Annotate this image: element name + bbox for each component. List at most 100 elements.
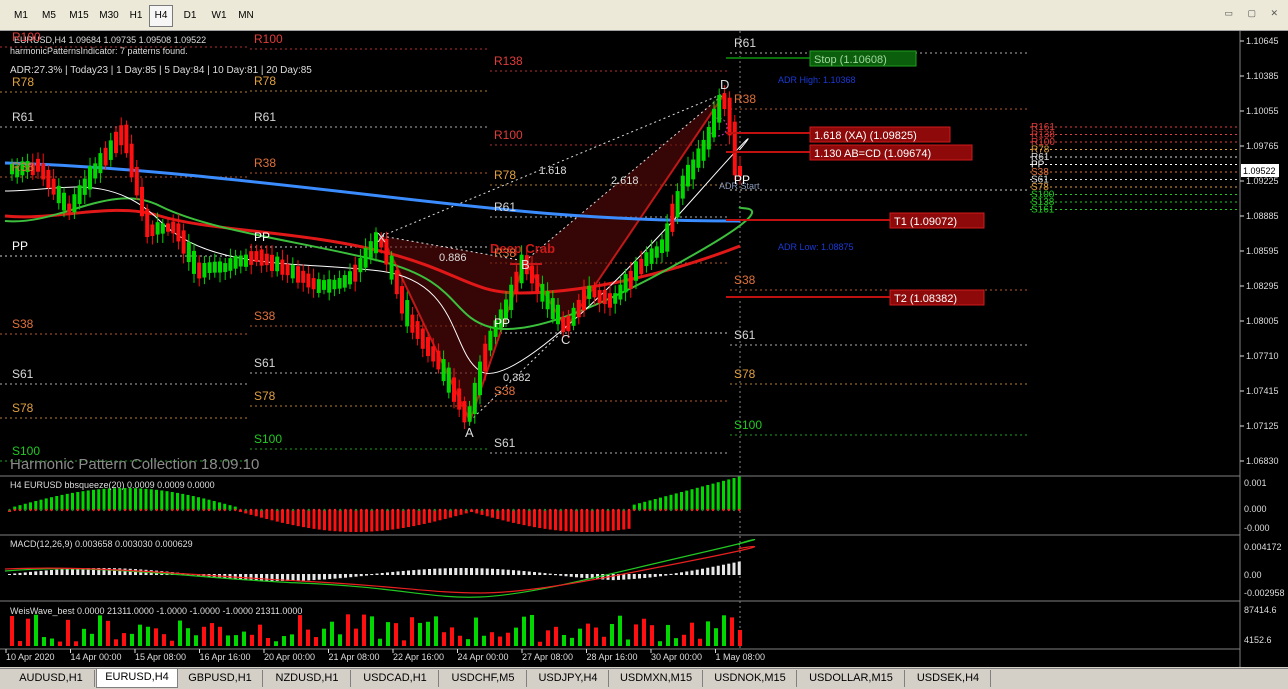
bbsqueeze-dot	[197, 508, 200, 512]
bbsqueeze-bar	[370, 510, 374, 532]
bbsqueeze-dot	[129, 508, 132, 512]
pivot-label-r38: R38	[494, 246, 516, 260]
bbsqueeze-bar	[617, 510, 620, 531]
candle-body	[618, 284, 623, 300]
symbol-tab-active[interactable]: EURUSD,H4	[96, 669, 178, 688]
symbol-tab[interactable]: NZDUSD,H1	[264, 670, 351, 687]
weis-wave-bar	[546, 630, 550, 646]
pivot-label-pp: PP	[254, 230, 270, 244]
macd-histogram-bar	[527, 571, 531, 575]
symbol-tab[interactable]: USDCHF,M5	[440, 670, 527, 687]
bbsqueeze-dot	[39, 508, 43, 512]
macd-histogram-bar	[648, 574, 652, 578]
macd-histogram-bar	[55, 569, 59, 575]
weis-wave-bar	[250, 634, 254, 646]
candle-body	[259, 249, 264, 266]
macd-histogram-bar	[302, 574, 305, 581]
bbsqueeze-dot	[13, 508, 16, 512]
macd-axis-top: 0.004172	[1244, 542, 1282, 552]
candle-body	[478, 361, 482, 396]
bbsqueeze-dot	[738, 508, 741, 512]
timeframe-m5-button[interactable]: M5	[36, 5, 62, 27]
bbsqueeze-bar	[123, 488, 127, 510]
price-tick-label: 1.10645	[1246, 36, 1279, 46]
candle-body	[649, 248, 654, 264]
time-tick-label: 14 Apr 00:00	[71, 652, 122, 662]
symbol-tab[interactable]: AUDUSD,H1	[8, 670, 95, 687]
weis-wave-bar	[626, 639, 630, 646]
macd-histogram-bar	[653, 574, 657, 577]
ratio-ac-label: 0.382	[503, 372, 531, 384]
weis-wave-bar	[90, 633, 94, 646]
bbsqueeze-dot	[391, 508, 394, 512]
weis-wave-bar	[234, 635, 238, 646]
watermark-text: Harmonic Pattern Collection 18.09.10	[10, 456, 259, 473]
candle-body	[550, 298, 555, 320]
bbsqueeze-bar	[412, 510, 416, 527]
bbsqueeze-bar	[60, 494, 64, 510]
bbsqueeze-bar	[674, 493, 678, 510]
bbsqueeze-dot	[638, 508, 641, 512]
weis-wave-bar	[562, 635, 566, 646]
weis-wave-bar	[258, 624, 262, 646]
time-tick-label: 1 May 08:00	[716, 652, 766, 662]
timeframe-m15-button[interactable]: M15	[64, 5, 94, 27]
macd-histogram-bar	[50, 570, 53, 575]
candle-body	[348, 271, 352, 285]
symbol-tab[interactable]: USDOLLAR,M15	[798, 670, 905, 687]
macd-histogram-bar	[732, 562, 736, 575]
weis-wave-bar	[386, 622, 390, 646]
pivot-label-r100: R100	[494, 128, 523, 142]
macd-histogram-bar	[706, 567, 710, 575]
bbsqueeze-bar	[527, 510, 531, 527]
bbsqueeze-dot	[207, 508, 211, 512]
candle-body	[119, 125, 124, 146]
bbsqueeze-dot	[202, 508, 205, 512]
symbol-tab[interactable]: USDNOK,M15	[704, 670, 797, 687]
macd-histogram-bar	[128, 568, 132, 575]
bbsqueeze-bar	[275, 510, 279, 522]
symbol-tab[interactable]: USDSEK,H4	[906, 670, 991, 687]
symbol-tab[interactable]: GBPUSD,H1	[178, 670, 263, 687]
candle-body	[634, 261, 638, 281]
right-pivot-label: S161	[1031, 205, 1055, 216]
bbsqueeze-dot	[690, 508, 694, 512]
pivot-label-s100: S100	[12, 444, 40, 458]
bbsqueeze-dot	[559, 508, 562, 512]
timeframe-mn-button[interactable]: MN	[233, 5, 259, 27]
candle-body	[732, 121, 737, 176]
candle-body	[176, 223, 181, 242]
symbol-tab[interactable]: USDJPY,H4	[528, 670, 609, 687]
bbsqueeze-bar	[391, 510, 395, 530]
bbsqueeze-dot	[438, 508, 442, 512]
macd-histogram-bar	[638, 574, 641, 579]
bbsqueeze-bar	[134, 488, 137, 510]
time-tick-label: 20 Apr 00:00	[264, 652, 315, 662]
symbol-tab[interactable]: USDCAD,H1	[352, 670, 439, 687]
bbsqueeze-dot	[24, 508, 27, 512]
candle-body	[462, 401, 467, 423]
chart-window[interactable]: EURUSD,H4 1.09684 1.09735 1.09508 1.0952…	[0, 31, 1288, 667]
macd-histogram-bar	[323, 574, 326, 580]
macd-histogram-bar	[338, 574, 342, 579]
timeframe-m30-button[interactable]: M30	[94, 5, 124, 27]
timeframe-d1-button[interactable]: D1	[178, 5, 202, 27]
timeframe-h1-button[interactable]: H1	[124, 5, 148, 27]
weis-wave-bar	[722, 615, 726, 646]
timeframe-m1-button[interactable]: M1	[8, 5, 34, 27]
bbsqueeze-dot	[664, 508, 667, 512]
window-controls-icon[interactable]: ▭ ▢ ✕	[1224, 8, 1284, 19]
timeframe-w1-button[interactable]: W1	[206, 5, 232, 27]
candle-body	[72, 194, 77, 213]
macd-histogram-bar	[548, 573, 552, 575]
candle-body	[218, 261, 222, 273]
weis-wave-bar	[426, 621, 430, 646]
symbol-tab[interactable]: USDMXN,M15	[610, 670, 703, 687]
macd-histogram-bar	[365, 574, 368, 576]
timeframe-h4-button[interactable]: H4	[149, 5, 173, 27]
bbsqueeze-dot	[706, 508, 709, 512]
bbsqueeze-bar	[281, 510, 284, 523]
macd-histogram-bar	[711, 566, 715, 575]
bbsqueeze-dot	[412, 508, 415, 512]
weis-wave-bar	[82, 628, 86, 646]
